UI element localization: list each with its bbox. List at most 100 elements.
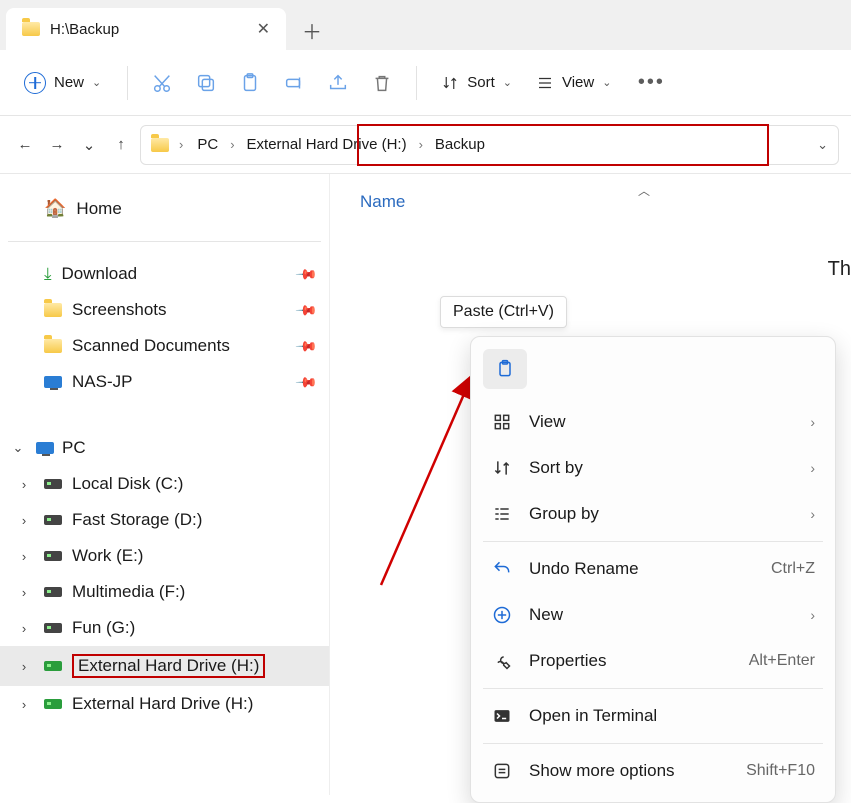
breadcrumb-seg-drive[interactable]: External Hard Drive (H:) (247, 136, 407, 153)
terminal-icon (491, 705, 513, 727)
sidebar-group-label: PC (62, 438, 86, 458)
column-header-name[interactable]: Name (360, 192, 851, 212)
sidebar-drive-f[interactable]: › Multimedia (F:) (0, 574, 329, 610)
context-item-terminal[interactable]: Open in Terminal (479, 693, 827, 739)
rename-button[interactable] (274, 63, 314, 103)
context-item-more-options[interactable]: Show more options Shift+F10 (479, 748, 827, 794)
context-item-label: Properties (529, 651, 606, 671)
sidebar-item-label: Screenshots (72, 300, 167, 320)
sidebar-item-download[interactable]: ⤓ Download 📌 (0, 256, 329, 292)
chevron-down-icon: ⌄ (503, 76, 512, 89)
new-button[interactable]: New ⌄ (12, 66, 113, 100)
sidebar-item-home[interactable]: 🏠 Home (0, 190, 329, 227)
nav-back-button[interactable]: ← (12, 132, 38, 158)
chevron-right-icon: › (810, 460, 815, 476)
sort-button[interactable]: Sort ⌄ (431, 68, 522, 98)
sidebar-drive-e[interactable]: › Work (E:) (0, 538, 329, 574)
drive-icon (44, 515, 62, 525)
pin-icon[interactable]: 📌 (294, 370, 318, 394)
new-tab-button[interactable]: ＋ (292, 10, 332, 50)
copy-button[interactable] (186, 63, 226, 103)
sidebar-item-nas-jp[interactable]: NAS-JP 📌 (0, 364, 329, 400)
context-item-properties[interactable]: Properties Alt+Enter (479, 638, 827, 684)
chevron-right-icon[interactable]: › (14, 621, 34, 636)
context-item-view[interactable]: View › (479, 399, 827, 445)
chevron-right-icon[interactable]: › (179, 137, 183, 152)
wrench-icon (491, 650, 513, 672)
chevron-right-icon[interactable]: › (14, 585, 34, 600)
context-item-label: View (529, 412, 566, 432)
sidebar-drive-h-selected[interactable]: › External Hard Drive (H:) (0, 646, 329, 686)
chevron-right-icon[interactable]: › (14, 513, 34, 528)
chevron-right-icon[interactable]: › (14, 477, 34, 492)
empty-folder-text: Th (828, 258, 851, 281)
share-button[interactable] (318, 63, 358, 103)
context-item-label: New (529, 605, 563, 625)
chevron-right-icon[interactable]: › (14, 549, 34, 564)
more-options-icon (491, 760, 513, 782)
context-item-groupby[interactable]: Group by › (479, 491, 827, 537)
pin-icon[interactable]: 📌 (294, 262, 318, 286)
cut-button[interactable] (142, 63, 182, 103)
chevron-right-icon[interactable]: › (230, 137, 234, 152)
annotation-highlight-box: External Hard Drive (H:) (72, 654, 265, 678)
home-icon: 🏠 (44, 198, 66, 219)
pc-icon (36, 442, 54, 454)
delete-button[interactable] (362, 63, 402, 103)
undo-icon (491, 558, 513, 580)
breadcrumb-seg-folder[interactable]: Backup (435, 136, 485, 153)
breadcrumb-bar[interactable]: › PC › External Hard Drive (H:) › Backup… (140, 125, 839, 165)
tab-active[interactable]: H:\Backup ✕ (6, 8, 286, 50)
download-icon: ⤓ (44, 264, 52, 284)
toolbar: New ⌄ Sort ⌄ View ⌄ ••• (0, 50, 851, 116)
context-item-label: Open in Terminal (529, 706, 657, 726)
sidebar-item-label: Download (62, 264, 138, 284)
sidebar-drive-c[interactable]: › Local Disk (C:) (0, 466, 329, 502)
sidebar-group-pc[interactable]: ⌄ PC (0, 430, 329, 466)
view-button[interactable]: View ⌄ (526, 68, 621, 98)
chevron-right-icon[interactable]: › (14, 697, 34, 712)
drive-icon (44, 699, 62, 709)
context-item-accelerator: Alt+Enter (749, 652, 815, 670)
nav-recent-button[interactable]: ⌄ (76, 132, 102, 158)
chevron-right-icon[interactable]: › (419, 137, 423, 152)
separator (8, 241, 321, 242)
close-icon[interactable]: ✕ (257, 19, 270, 39)
sidebar-item-label: Scanned Documents (72, 336, 230, 356)
context-item-undo[interactable]: Undo Rename Ctrl+Z (479, 546, 827, 592)
pin-icon[interactable]: 📌 (294, 334, 318, 358)
paste-icon (494, 358, 516, 380)
sidebar-drive-h[interactable]: › External Hard Drive (H:) (0, 686, 329, 722)
more-button[interactable]: ••• (631, 63, 671, 103)
chevron-right-icon[interactable]: › (14, 659, 34, 674)
context-paste-button[interactable] (483, 349, 527, 389)
breadcrumb-seg-pc[interactable]: PC (197, 136, 218, 153)
separator (483, 688, 823, 689)
context-item-sortby[interactable]: Sort by › (479, 445, 827, 491)
sort-indicator-icon: ︿ (638, 182, 650, 199)
context-item-accelerator: Shift+F10 (746, 762, 815, 780)
context-item-label: Undo Rename (529, 559, 639, 579)
context-menu-quick-actions (479, 345, 827, 399)
paste-button[interactable] (230, 63, 270, 103)
drive-icon (44, 623, 62, 633)
pin-icon[interactable]: 📌 (294, 298, 318, 322)
context-menu: View › Sort by › Group by › Undo Rename … (470, 336, 836, 803)
folder-icon (151, 138, 169, 152)
context-item-label: Sort by (529, 458, 583, 478)
new-button-label: New (54, 74, 84, 91)
chevron-down-icon: ⌄ (602, 76, 611, 89)
nav-forward-button[interactable]: → (44, 132, 70, 158)
sidebar-item-label: Home (76, 199, 121, 219)
address-dropdown-button[interactable]: ⌄ (817, 137, 828, 153)
chevron-down-icon[interactable]: ⌄ (8, 440, 28, 456)
sidebar-drive-d[interactable]: › Fast Storage (D:) (0, 502, 329, 538)
sidebar-item-label: Fast Storage (D:) (72, 510, 202, 530)
sidebar-item-label: Work (E:) (72, 546, 143, 566)
view-label: View (562, 74, 594, 91)
sidebar-item-scanned-documents[interactable]: Scanned Documents 📌 (0, 328, 329, 364)
sidebar-item-screenshots[interactable]: Screenshots 📌 (0, 292, 329, 328)
nav-up-button[interactable]: ↑ (108, 132, 134, 158)
sidebar-drive-g[interactable]: › Fun (G:) (0, 610, 329, 646)
context-item-new[interactable]: New › (479, 592, 827, 638)
